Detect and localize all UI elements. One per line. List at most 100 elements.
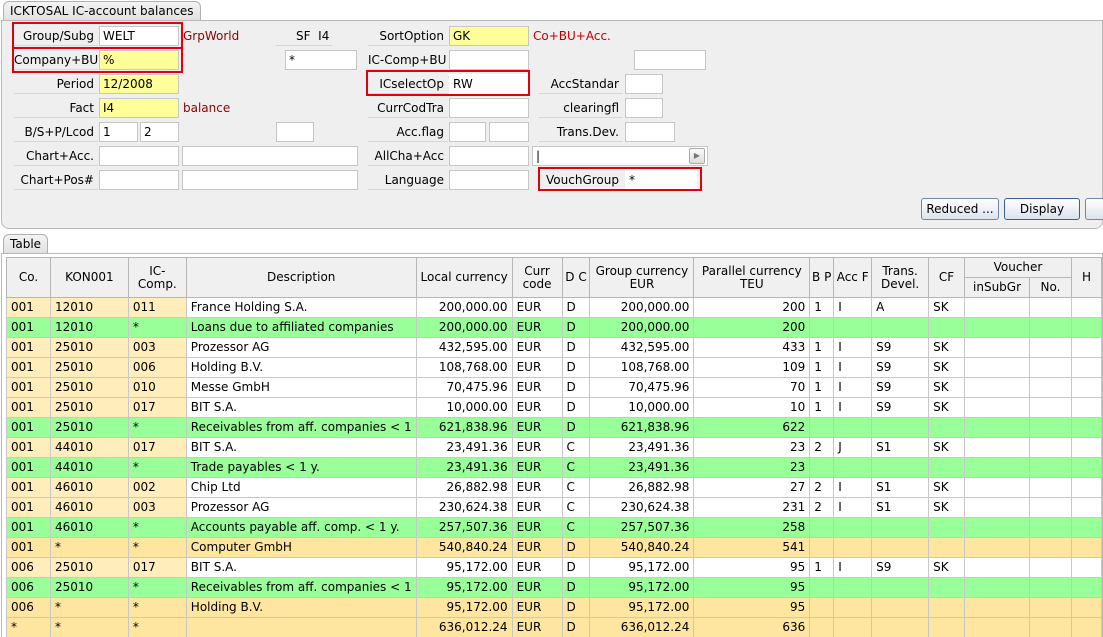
cell-par[interactable]: 70	[693, 377, 811, 398]
cell-bp[interactable]	[809, 617, 835, 637]
cell-cf[interactable]	[928, 517, 966, 538]
cell-group[interactable]: 257,507.36	[589, 517, 695, 538]
cell-local[interactable]: 23,491.36	[415, 437, 513, 458]
cell-co[interactable]: 001	[6, 437, 51, 458]
cell-desc[interactable]: Prozessor AG	[185, 337, 417, 358]
cell-co[interactable]: 001	[6, 357, 51, 378]
cell-trans[interactable]	[871, 537, 930, 558]
cell-ic[interactable]: *	[127, 417, 187, 438]
cell-cf[interactable]	[928, 597, 966, 618]
cell-ic[interactable]: *	[127, 617, 187, 637]
cell-accf[interactable]: I	[833, 357, 873, 378]
cell-kon[interactable]: 44010	[49, 457, 129, 478]
cell-cf[interactable]: SK	[928, 337, 966, 358]
cell-h[interactable]	[1070, 617, 1102, 637]
col-header-cf[interactable]: CF	[928, 257, 966, 298]
cell-desc[interactable]: Prozessor AG	[185, 497, 417, 518]
cell-desc[interactable]	[185, 617, 417, 637]
table-row[interactable]: 001 25010 006 Holding B.V. 108,768.00 EUR D 108…	[6, 357, 1102, 378]
cell-curr[interactable]: EUR	[511, 457, 563, 478]
cell-no[interactable]	[1029, 617, 1072, 637]
col-header-group-currency[interactable]: Group currency EUR	[589, 257, 695, 298]
cell-kon[interactable]: 25010	[49, 357, 129, 378]
cell-desc[interactable]: Messe GmbH	[185, 377, 417, 398]
cell-co[interactable]: 001	[6, 537, 51, 558]
cell-curr[interactable]: EUR	[511, 317, 563, 338]
cell-dc[interactable]: D	[561, 377, 591, 398]
cell-co[interactable]: 006	[6, 597, 51, 618]
cell-co[interactable]: 001	[6, 477, 51, 498]
cell-bp[interactable]	[809, 317, 835, 338]
cell-co[interactable]: 006	[6, 577, 51, 598]
cell-kon[interactable]: 25010	[49, 577, 129, 598]
cell-no[interactable]	[1029, 297, 1072, 318]
cell-local[interactable]: 10,000.00	[415, 397, 513, 418]
cell-kon[interactable]: 44010	[49, 437, 129, 458]
period-input[interactable]: 12/2008	[99, 74, 179, 94]
cell-kon[interactable]: 25010	[49, 557, 129, 578]
cell-in-sub-gr[interactable]	[964, 457, 1030, 478]
col-header-curr-code[interactable]: Curr code	[511, 257, 563, 298]
cell-curr[interactable]: EUR	[511, 557, 563, 578]
cell-co[interactable]: 001	[6, 397, 51, 418]
cell-h[interactable]	[1070, 397, 1102, 418]
table-row[interactable]: 001 12010 * Loans due to affiliated compani…	[6, 317, 1102, 338]
table-row[interactable]: 001 46010 * Accounts payable aff. comp. < 1…	[6, 517, 1102, 538]
cell-cf[interactable]: SK	[928, 377, 966, 398]
cell-cf[interactable]	[928, 457, 966, 478]
cell-bp[interactable]: 1	[809, 297, 835, 318]
cell-group[interactable]: 23,491.36	[589, 437, 695, 458]
cell-ic[interactable]: *	[127, 517, 187, 538]
table-row[interactable]: 001 25010 017 BIT S.A. 10,000.00 EUR D 10,000.0…	[6, 397, 1102, 418]
cell-dc[interactable]: D	[561, 577, 591, 598]
cell-ic[interactable]: 003	[127, 337, 187, 358]
cell-ic[interactable]: *	[127, 537, 187, 558]
cell-dc[interactable]: D	[561, 357, 591, 378]
cell-co[interactable]: 006	[6, 557, 51, 578]
table-row[interactable]: * * * 636,012.24 EUR D 636,012.24 636	[6, 617, 1102, 637]
cell-cf[interactable]	[928, 537, 966, 558]
cell-in-sub-gr[interactable]	[964, 337, 1030, 358]
cell-kon[interactable]: 46010	[49, 477, 129, 498]
cell-h[interactable]	[1070, 537, 1102, 558]
cell-par[interactable]: 23	[693, 437, 811, 458]
cell-par[interactable]: 23	[693, 457, 811, 478]
cell-no[interactable]	[1029, 317, 1072, 338]
cell-co[interactable]: 001	[6, 297, 51, 318]
vouch-group-input[interactable]: *	[625, 170, 697, 190]
cell-in-sub-gr[interactable]	[964, 497, 1030, 518]
cell-accf[interactable]: I	[833, 477, 873, 498]
cell-local[interactable]: 95,172.00	[415, 557, 513, 578]
cell-desc[interactable]: Computer GmbH	[185, 537, 417, 558]
sort-option-input[interactable]: GK	[449, 26, 529, 46]
cell-accf[interactable]	[833, 417, 873, 438]
cell-cf[interactable]: SK	[928, 557, 966, 578]
cell-par[interactable]: 258	[693, 517, 811, 538]
cell-trans[interactable]	[871, 457, 930, 478]
table-tab[interactable]: Table	[3, 234, 49, 254]
cell-curr[interactable]: EUR	[511, 537, 563, 558]
cell-dc[interactable]: C	[561, 457, 591, 478]
cell-group[interactable]: 23,491.36	[589, 457, 695, 478]
cell-local[interactable]: 636,012.24	[415, 617, 513, 637]
table-row[interactable]: 006 25010 * Receivables from aff. companies…	[6, 577, 1102, 598]
cell-ic[interactable]: 010	[127, 377, 187, 398]
bs-pl-input-1[interactable]: 1	[99, 122, 138, 142]
cell-in-sub-gr[interactable]	[964, 557, 1030, 578]
cell-par[interactable]: 541	[693, 537, 811, 558]
cell-desc[interactable]: Loans due to affiliated companies	[185, 317, 417, 338]
cell-kon[interactable]: 46010	[49, 497, 129, 518]
reduced-button[interactable]: Reduced ...	[921, 198, 999, 220]
cell-trans[interactable]	[871, 617, 930, 637]
cell-desc[interactable]: Holding B.V.	[185, 597, 417, 618]
cell-par[interactable]: 433	[693, 337, 811, 358]
cell-co[interactable]: 001	[6, 317, 51, 338]
cell-ic[interactable]: 002	[127, 477, 187, 498]
table-row[interactable]: 001 44010 017 BIT S.A. 23,491.36 EUR C 23,491.3…	[6, 437, 1102, 458]
chart-pos-input-2[interactable]	[182, 170, 358, 190]
cell-local[interactable]: 432,595.00	[415, 337, 513, 358]
cell-local[interactable]: 230,624.38	[415, 497, 513, 518]
cell-group[interactable]: 621,838.96	[589, 417, 695, 438]
cell-trans[interactable]	[871, 417, 930, 438]
table-row[interactable]: 001 25010 003 Prozessor AG 432,595.00 EUR D 432…	[6, 337, 1102, 358]
